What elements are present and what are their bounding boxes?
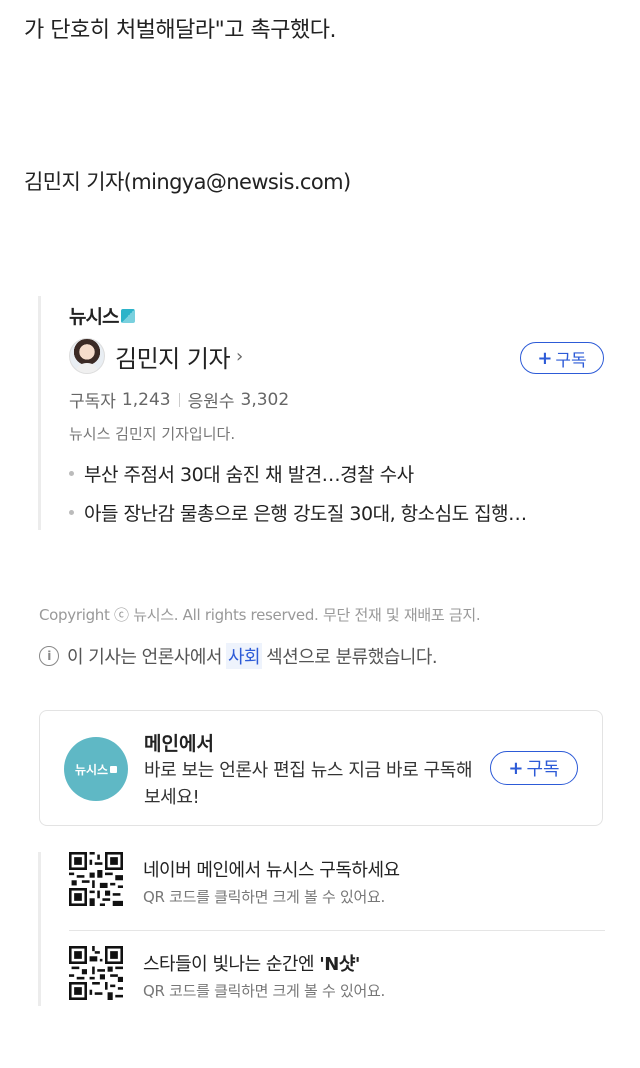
qr-hint: QR 코드를 클릭하면 크게 볼 수 있어요. [143,888,385,906]
reporter-article-title: 부산 주점서 30대 숨진 채 발견…경찰 수사 [84,464,414,486]
qr-section: 네이버 메인에서 뉴시스 구독하세요 QR 코드를 클릭하면 크게 볼 수 있어… [38,852,605,1006]
press-logo-text: 뉴시스 [69,306,119,328]
press-box-description: 바로 보는 언론사 편집 뉴스 지금 바로 구독해보세요! [144,760,473,808]
reporter-article-list: 부산 주점서 30대 숨진 채 발견…경찰 수사 아들 장난감 물총으로 은행 … [69,460,527,538]
reporter-article-item[interactable]: 아들 장난감 물총으로 은행 강도질 30대, 항소심도 집행… [69,499,527,526]
qr-title-text: 스타들이 빛나는 순간엔 [143,954,320,975]
press-subscribe-label: 구독 [526,759,560,780]
article-tail-text: 가 단호히 처벌해달라"고 촉구했다. [24,18,336,43]
press-subscribe-button[interactable]: + 구독 [490,751,578,785]
qr-title: 스타들이 빛나는 순간엔 'N샷' [143,950,360,976]
subscribers-count: 1,243 [121,389,171,410]
stats-divider [178,392,180,407]
qr-title: 네이버 메인에서 뉴시스 구독하세요 [143,860,400,881]
section-link-society[interactable]: 사회 [225,643,263,669]
cheers-count: 3,302 [240,389,290,410]
reporter-avatar [69,338,105,374]
reporter-article-item[interactable]: 부산 주점서 30대 숨진 채 발견…경찰 수사 [69,460,527,487]
subscribers-label: 구독자 [69,392,116,412]
qr-code-icon[interactable] [69,946,123,1000]
chevron-right-icon: › [236,345,244,367]
reporter-subscribe-label: 구독 [555,350,587,371]
qr-item[interactable]: 스타들이 빛나는 순간엔 'N샷' QR 코드를 클릭하면 크게 볼 수 있어요… [69,946,605,1014]
info-circle-icon: i [39,646,59,666]
classify-text-before: 이 기사는 언론사에서 [67,647,222,668]
copyright-notice: Copyright ⓒ 뉴시스. All rights reserved. 무단… [39,606,481,624]
reporter-intro: 뉴시스 김민지 기자입니다. [69,425,236,443]
press-box-title: 메인에서 [144,733,214,755]
article-byline: 김민지 기자(mingya@newsis.com) [24,170,351,194]
reporter-article-title: 아들 장난감 물총으로 은행 강도질 30대, 항소심도 집행… [84,503,527,525]
plus-icon: + [508,757,524,779]
bullet-icon [69,510,74,515]
press-circle-logo-text: 뉴시스 [74,762,109,777]
reporter-stats: 구독자 1,243 응원수 3,302 [69,387,290,413]
bullet-icon [69,471,74,476]
press-logo-mark-icon [121,308,136,323]
qr-item[interactable]: 네이버 메인에서 뉴시스 구독하세요 QR 코드를 클릭하면 크게 볼 수 있어… [69,852,605,920]
press-circle-logo[interactable]: 뉴시스 [64,737,128,801]
qr-title-highlight: 'N샷' [319,954,360,975]
reporter-name: 김민지 기자 [115,344,231,373]
qr-code-icon[interactable] [69,852,123,906]
cheers-label: 응원수 [187,392,235,412]
press-logo-mark-icon [110,765,118,773]
press-subscribe-box: 뉴시스 메인에서 바로 보는 언론사 편집 뉴스 지금 바로 구독해보세요! +… [39,710,603,826]
qr-hint: QR 코드를 클릭하면 크게 볼 수 있어요. [143,982,385,1000]
reporter-subscribe-button[interactable]: + 구독 [520,342,604,374]
qr-divider [69,930,605,931]
press-logo[interactable]: 뉴시스 [69,302,136,329]
classify-text-after: 섹션으로 분류했습니다. [266,647,438,668]
reporter-profile-link[interactable]: 김민지 기자 › [69,338,243,374]
plus-icon: + [537,347,553,369]
reporter-card: 뉴시스 김민지 기자 › + 구독 구독자 1,243 응원수 3,302 뉴시… [38,296,604,530]
section-classification: i 이 기사는 언론사에서 사회 섹션으로 분류했습니다. [39,643,438,669]
